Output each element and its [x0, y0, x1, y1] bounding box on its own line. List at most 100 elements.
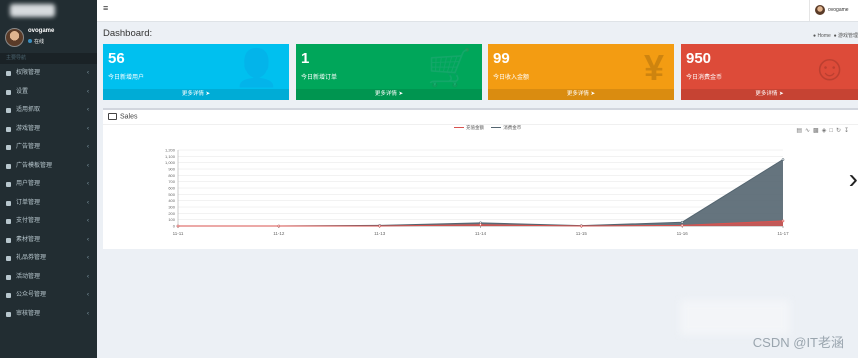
smile-icon: ☺ — [811, 47, 848, 88]
breadcrumb-home[interactable]: Home — [817, 33, 830, 39]
sidebar-item-label: 权限管理 — [16, 70, 41, 76]
topbar-user-menu[interactable]: ovogame — [809, 0, 858, 21]
x-tick-label: 11-17 — [777, 231, 789, 236]
menu-icon — [6, 89, 11, 95]
y-tick-label: 400 — [168, 198, 175, 203]
stat-box-new-users: 56 今日新增用户 👤 更多详情 ➤ — [103, 44, 289, 100]
data-point[interactable] — [580, 224, 583, 228]
chevron-left-icon: ‹ — [87, 162, 89, 169]
series-line-2 — [178, 159, 784, 227]
logo-area — [10, 4, 55, 17]
data-point[interactable] — [277, 224, 281, 228]
data-point[interactable] — [781, 158, 785, 161]
chevron-left-icon: ‹ — [87, 255, 89, 261]
user-plus-icon: 👤 — [234, 47, 279, 88]
sidebar-item[interactable]: 审核管理 ‹ — [0, 305, 97, 324]
sidebar-item[interactable]: 游戏管理 ‹ — [0, 120, 97, 139]
sidebar-item[interactable]: 适用抓取 ‹ — [0, 101, 97, 120]
y-tick-label: 1,100 — [165, 154, 176, 159]
sidebar-item[interactable]: 支付管理 ‹ — [0, 212, 97, 231]
top-navbar: ≡ ovogame — [97, 0, 858, 22]
stat-label: 今日新增用户 — [108, 75, 145, 81]
chevron-left-icon: ‹ — [87, 70, 89, 76]
sales-chart: 0 100200300 400500600 700800900 1,0001,1001,… — [165, 148, 789, 237]
y-tick-label: 900 — [168, 167, 175, 172]
data-point[interactable] — [479, 223, 482, 227]
sidebar-item[interactable]: 用户管理 ‹ — [0, 175, 97, 194]
chevron-left-icon: ‹ — [87, 107, 89, 113]
home-icon: ● — [813, 33, 817, 39]
stat-label: 今日收入金额 — [493, 75, 530, 81]
stat-value: 56 — [108, 50, 125, 67]
chevron-left-icon: ‹ — [87, 292, 89, 298]
sidebar-item-label: 设置 — [16, 88, 29, 95]
data-point[interactable] — [378, 224, 381, 228]
sidebar-item-label: 活动管理 — [16, 273, 41, 280]
topbar-avatar — [815, 5, 825, 15]
sidebar-item-label: 适用抓取 — [16, 107, 41, 113]
y-tick-label: 600 — [168, 186, 175, 191]
sidebar-item[interactable]: 广告模板管理 ‹ — [0, 157, 97, 176]
more-info-link[interactable]: 更多详情 ➤ — [103, 89, 289, 100]
sidebar-item[interactable]: 活动管理 ‹ — [0, 268, 97, 287]
menu-icon — [6, 237, 11, 243]
stat-label: 今日消费金币 — [686, 75, 723, 81]
more-info-link[interactable]: 更多详情 ➤ — [681, 89, 858, 100]
topbar-user-name: ovogame — [828, 7, 849, 13]
arrow-circle-right-icon: ➤ — [398, 91, 404, 97]
user-name: ovogame — [28, 28, 55, 34]
menu-icon — [6, 311, 11, 317]
chevron-left-icon: ‹ — [87, 236, 89, 243]
data-point[interactable] — [680, 220, 684, 224]
menu-header: 主要导航 — [0, 53, 97, 64]
stat-value: 950 — [686, 50, 712, 67]
breadcrumb-icon: ● — [833, 33, 837, 39]
x-tick-label: 11-12 — [273, 231, 285, 236]
menu-icon — [6, 145, 11, 150]
breadcrumb-current: 游戏管理 — [837, 33, 858, 39]
menu-icon — [6, 108, 11, 113]
sidebar-item[interactable]: 素材管理 ‹ — [0, 231, 97, 250]
y-tick-label: 200 — [168, 211, 175, 216]
menu-toggle-icon[interactable]: ≡ — [103, 3, 108, 13]
cart-icon: 🛒 — [427, 47, 472, 88]
data-point[interactable] — [781, 219, 785, 223]
y-tick-label: 700 — [168, 179, 175, 184]
sidebar-item[interactable]: 广告管理 ‹ — [0, 138, 97, 157]
sidebar-item[interactable]: 礼品券管理 ‹ — [0, 249, 97, 268]
sidebar-item-label: 素材管理 — [16, 236, 41, 243]
sidebar-item[interactable]: 权限管理 ‹ — [0, 64, 97, 83]
user-status: 在线 — [28, 38, 44, 45]
blurred-area — [680, 300, 790, 335]
menu-icon — [6, 219, 11, 224]
user-icon — [6, 182, 11, 187]
chevron-left-icon: ‹ — [87, 144, 89, 150]
menu-icon — [6, 126, 11, 132]
chevron-left-icon: ‹ — [87, 125, 89, 132]
arrow-circle-right-icon: ➤ — [205, 91, 211, 97]
x-tick-label: 11-14 — [475, 231, 487, 236]
chevron-right-icon[interactable]: › — [849, 163, 858, 195]
sidebar: ovogame 在线 主要导航 权限管理 ‹ 设置 ‹ 适用抓取 ‹ 游戏管理 ‹ 广告管理 ‹ 广… — [0, 0, 97, 358]
chevron-left-icon: ‹ — [87, 218, 89, 224]
data-point[interactable] — [680, 224, 684, 227]
chevron-left-icon: ‹ — [87, 88, 89, 95]
stat-box-income: 99 今日收入金额 ¥ 更多详情 ➤ — [488, 44, 674, 100]
stat-value: 1 — [301, 50, 310, 67]
sidebar-item[interactable]: 公众号管理 ‹ — [0, 286, 97, 305]
more-info-link[interactable]: 更多详情 ➤ — [488, 89, 674, 100]
stat-value: 99 — [493, 50, 510, 67]
stat-label: 今日新增订单 — [301, 75, 338, 81]
stat-box-new-orders: 1 今日新增订单 🛒 更多详情 ➤ — [296, 44, 482, 100]
data-point[interactable] — [176, 224, 180, 228]
sidebar-item[interactable]: 订单管理 ‹ — [0, 194, 97, 213]
y-tick-label: 300 — [168, 205, 175, 210]
sidebar-item[interactable]: 设置 ‹ — [0, 83, 97, 102]
yen-icon: ¥ — [643, 47, 664, 88]
online-dot-icon — [28, 39, 32, 43]
chevron-left-icon: ‹ — [87, 310, 89, 317]
more-info-link[interactable]: 更多详情 ➤ — [296, 89, 482, 100]
chevron-left-icon: ‹ — [87, 273, 89, 280]
arrow-circle-right-icon: ➤ — [590, 91, 596, 97]
menu-icon — [6, 163, 11, 169]
